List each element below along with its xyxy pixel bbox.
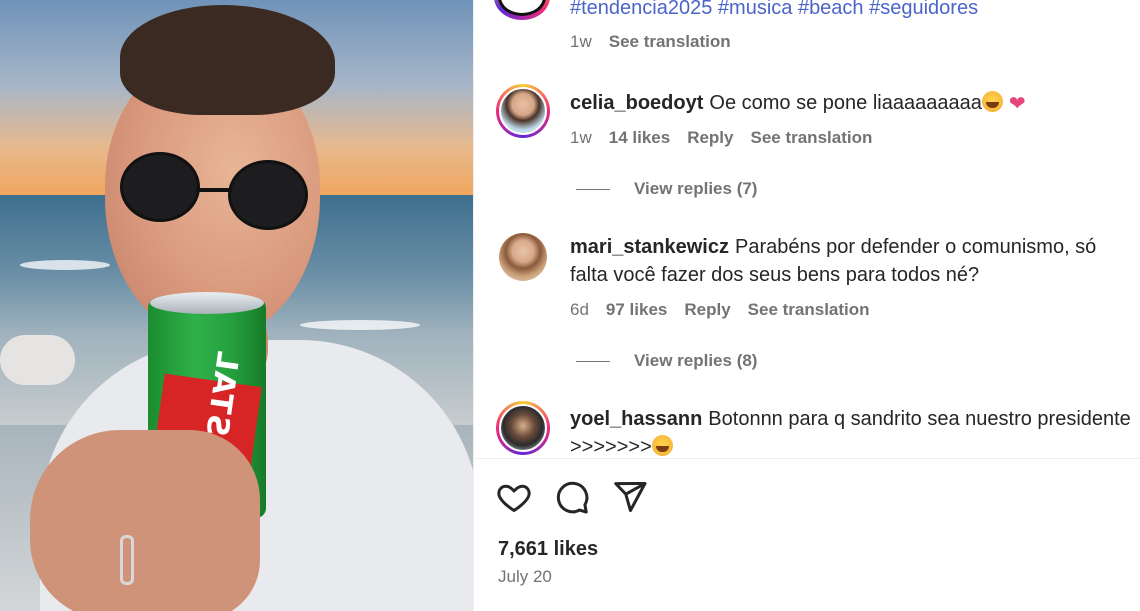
comment-meta: 6d 97 likes Reply See translation bbox=[570, 300, 870, 320]
hair bbox=[120, 5, 335, 115]
avatar[interactable] bbox=[499, 233, 547, 281]
caption-age: 1w bbox=[570, 32, 592, 51]
comment-meta: 1w 14 likes Reply See translation bbox=[570, 128, 872, 148]
see-translation-button[interactable]: See translation bbox=[750, 128, 872, 148]
reply-button[interactable]: Reply bbox=[684, 300, 730, 320]
comments-list[interactable]: #tendencia2025 #musica #beach #seguidore… bbox=[474, 0, 1140, 458]
view-replies-label: View replies (7) bbox=[634, 179, 758, 198]
background-person bbox=[0, 335, 75, 385]
sunglasses-right-lens bbox=[228, 160, 308, 230]
heart-icon[interactable] bbox=[496, 479, 532, 515]
comment-likes[interactable]: 14 likes bbox=[609, 128, 670, 148]
comment-text: yoel_hassann Botonnn para q sandrito sea … bbox=[570, 405, 1135, 458]
comment-username[interactable]: yoel_hassann bbox=[570, 408, 702, 430]
comment-username[interactable]: mari_stankewicz bbox=[570, 236, 729, 258]
finger-ring bbox=[120, 535, 134, 585]
comment-icon[interactable] bbox=[554, 479, 590, 515]
see-translation-button[interactable]: See translation bbox=[748, 300, 870, 320]
comment-age: 1w bbox=[570, 128, 592, 147]
replies-divider bbox=[576, 360, 610, 362]
avatar[interactable] bbox=[496, 84, 550, 138]
sunglasses-bridge bbox=[196, 188, 232, 192]
comment-body: Oe como se pone liaaaaaaaaa bbox=[709, 92, 982, 114]
post-actions-bar bbox=[474, 458, 1140, 611]
caption-see-translation[interactable]: See translation bbox=[609, 32, 731, 52]
view-replies-button[interactable]: View replies (8) bbox=[576, 351, 757, 371]
reply-button[interactable]: Reply bbox=[687, 128, 733, 148]
heart-emoji-icon: ❤ bbox=[1008, 93, 1026, 115]
avatar[interactable] bbox=[496, 401, 550, 455]
laughing-emoji-icon bbox=[981, 91, 1003, 112]
author-avatar[interactable] bbox=[494, 0, 550, 20]
comment-username[interactable]: celia_boedoyt bbox=[570, 92, 703, 114]
comment-text: mari_stankewicz Parabéns por defender o c… bbox=[570, 233, 1135, 289]
post-media[interactable]: CRISTAL bbox=[0, 0, 473, 611]
beer-can-top bbox=[150, 292, 264, 314]
laughing-emoji-icon bbox=[651, 435, 673, 456]
view-replies-label: View replies (8) bbox=[634, 351, 758, 370]
post-date: July 20 bbox=[498, 567, 552, 586]
caption-hashtags[interactable]: #tendencia2025 #musica #beach #seguidore… bbox=[570, 0, 978, 20]
comment-age: 6d bbox=[570, 300, 589, 319]
caption-meta: 1w See translation bbox=[570, 32, 731, 52]
comment-text: celia_boedoyt Oe como se pone liaaaaaaaaa… bbox=[570, 89, 1135, 118]
comment-likes[interactable]: 97 likes bbox=[606, 300, 667, 320]
comments-panel: #tendencia2025 #musica #beach #seguidore… bbox=[473, 0, 1140, 611]
hand bbox=[30, 430, 260, 611]
wave-foam bbox=[20, 260, 110, 270]
post-likes-count[interactable]: 7,661 likes bbox=[498, 538, 598, 561]
view-replies-button[interactable]: View replies (7) bbox=[576, 179, 757, 199]
share-icon[interactable] bbox=[612, 479, 648, 515]
sunglasses-left-lens bbox=[120, 152, 200, 222]
wave-foam bbox=[300, 320, 420, 330]
replies-divider bbox=[576, 188, 610, 190]
